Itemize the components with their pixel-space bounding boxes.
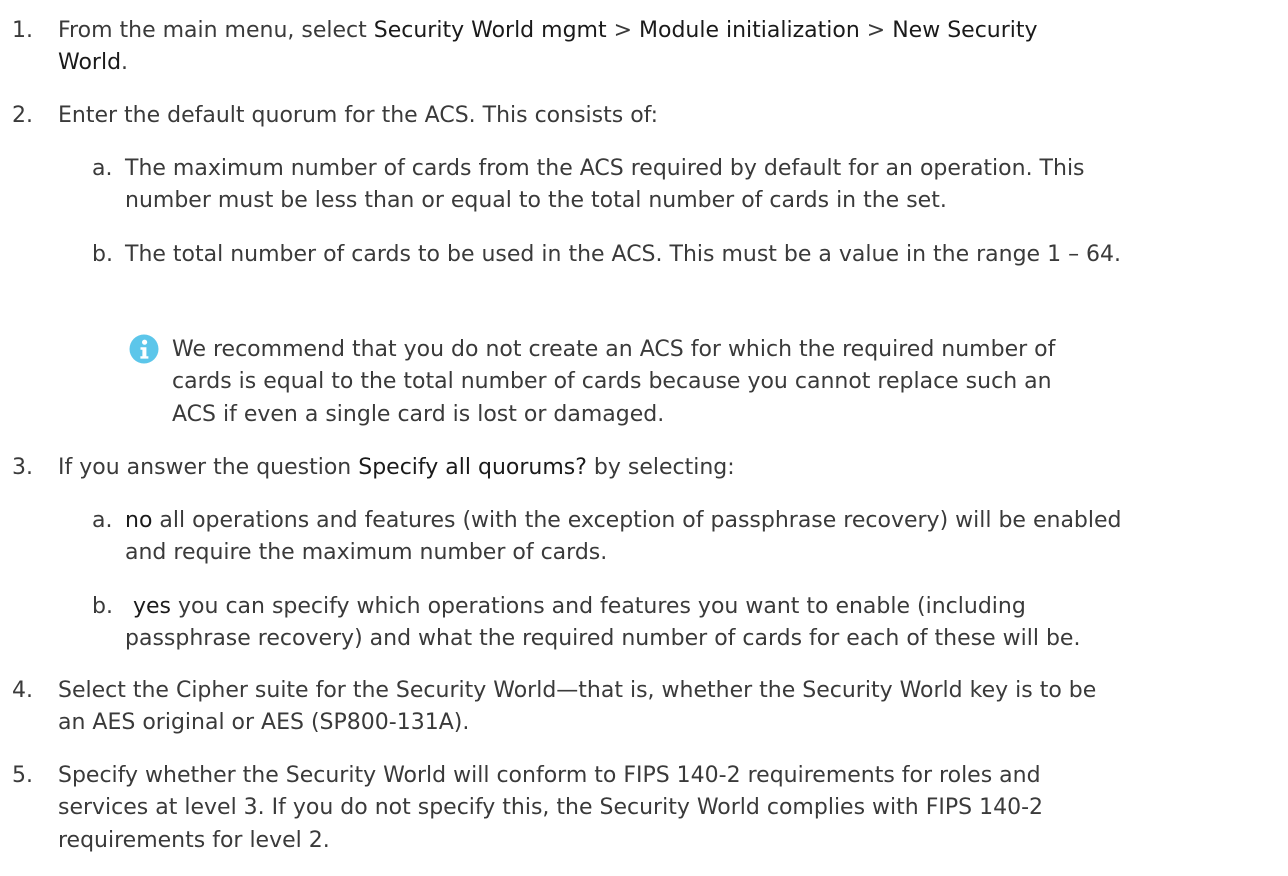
question-specify-all-quorums: Specify all quorums? <box>358 455 587 480</box>
step-3a-line-1: no all operations and features (with the… <box>125 506 1122 536</box>
step-5-line-2: services at level 3. If you do not speci… <box>58 795 1044 820</box>
step-5-line-1: Specify whether the Security World will … <box>58 763 1041 788</box>
step-1-number: 1. <box>12 18 33 43</box>
step-2-text: Enter the default quorum for the ACS. Th… <box>58 103 659 128</box>
option-no-description: all operations and features (with the ex… <box>152 508 1122 533</box>
step-2a-letter: a. <box>92 156 113 181</box>
note-line-3: ACS if even a single card is lost or dam… <box>172 402 665 427</box>
info-icon <box>129 334 159 364</box>
menu-separator: > <box>606 18 640 43</box>
option-yes: yes <box>133 594 172 619</box>
step-3-intro: If you answer the question <box>58 455 359 480</box>
menu-security-world-mgmt: Security World mgmt <box>373 18 607 43</box>
step-2a-line-1: The maximum number of cards from the ACS… <box>125 156 1085 181</box>
step-3-number: 3. <box>12 455 33 480</box>
step-3b-line-2: passphrase recovery) and what the requir… <box>125 626 1081 651</box>
step-2b-letter: b. <box>92 242 113 267</box>
step-4-line-2: an AES original or AES (SP800-131A). <box>58 710 470 735</box>
note-line-1: We recommend that you do not create an A… <box>172 337 1056 362</box>
step-2a-line-2: number must be less than or equal to the… <box>125 188 947 213</box>
step-5-number: 5. <box>12 763 33 788</box>
step-3-outro: by selecting: <box>586 455 735 480</box>
step-4-line-1: Select the Cipher suite for the Security… <box>58 678 1097 703</box>
menu-module-initialization: Module initialization <box>639 18 860 43</box>
step-3a-line-2: and require the maximum number of cards. <box>125 540 608 565</box>
menu-new-security-world-cont: World <box>58 50 122 75</box>
step-3b-letter: b. <box>92 594 113 619</box>
option-yes-description: you can specify which operations and fea… <box>171 594 1026 619</box>
step-3a-letter: a. <box>92 508 113 533</box>
step-2b-line-1: The total number of cards to be used in … <box>125 242 1122 267</box>
step-1-line-2: World. <box>58 48 128 78</box>
menu-separator: > <box>859 18 893 43</box>
step-1-intro: From the main menu, select <box>58 18 374 43</box>
step-3-line-1: If you answer the question Specify all q… <box>58 453 735 483</box>
option-no: no <box>125 508 153 533</box>
menu-new-security-world: New Security <box>892 18 1038 43</box>
note-line-2: cards is equal to the total number of ca… <box>172 369 1052 394</box>
document-body: 1. From the main menu, select Security W… <box>0 0 1288 876</box>
step-1-period: . <box>121 50 129 75</box>
step-4-number: 4. <box>12 678 33 703</box>
step-5-line-3: requirements for level 2. <box>58 828 330 853</box>
step-3b-line-1: yes you can specify which operations and… <box>133 592 1026 622</box>
step-2-number: 2. <box>12 103 33 128</box>
step-1-line-1: From the main menu, select Security Worl… <box>58 16 1038 46</box>
